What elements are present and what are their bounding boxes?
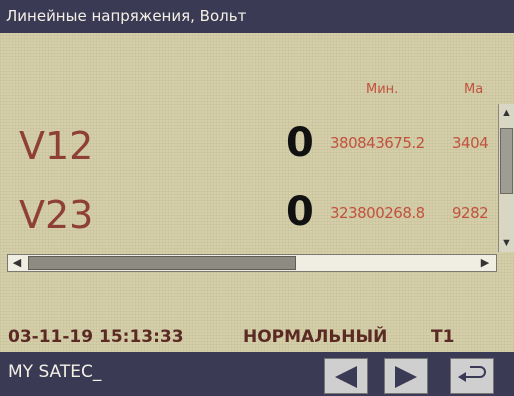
cell-min-v23: 323800268.8 [330, 204, 425, 222]
return-icon [458, 366, 486, 382]
meter-screen: Линейные напряжения, Вольт Мин. Ма V12 0… [0, 0, 514, 396]
device-name: MY SATEC_ [8, 362, 102, 382]
return-button[interactable] [450, 358, 494, 394]
cell-max-v23: 9282 [452, 204, 489, 222]
previous-page-button[interactable] [324, 358, 368, 394]
cell-max-v12: 3404 [452, 134, 489, 152]
cell-min-v12: 380843675.2 [330, 134, 425, 152]
arrow-right-icon [395, 366, 417, 388]
row-value-v23: 0 [286, 189, 314, 235]
bottom-bar: MY SATEC_ [0, 352, 514, 396]
scroll-right-icon[interactable]: ▶ [478, 256, 492, 270]
datetime-display: 03-11-19 15:13:33 [8, 327, 184, 347]
horizontal-scroll-thumb[interactable] [28, 256, 296, 270]
horizontal-scrollbar[interactable]: ◀ ▶ [7, 254, 497, 272]
row-label-v23: V23 [19, 193, 94, 237]
vertical-scrollbar[interactable]: ▲ ▼ [498, 104, 514, 252]
window-title: Линейные напряжения, Вольт [0, 0, 514, 33]
row-label-v12: V12 [19, 124, 94, 168]
vertical-scroll-thumb[interactable] [500, 128, 513, 194]
column-header-min: Мин. [366, 82, 399, 97]
scroll-up-icon[interactable]: ▲ [500, 106, 513, 120]
row-value-v12: 0 [286, 120, 314, 166]
tariff-indicator: T1 [431, 327, 455, 347]
scroll-left-icon[interactable]: ◀ [10, 256, 24, 270]
arrow-left-icon [335, 366, 357, 388]
scroll-down-icon[interactable]: ▼ [500, 236, 513, 250]
column-header-max: Ма [464, 82, 484, 97]
next-page-button[interactable] [384, 358, 428, 394]
status-state: НОРМАЛЬНЫЙ [243, 327, 388, 347]
